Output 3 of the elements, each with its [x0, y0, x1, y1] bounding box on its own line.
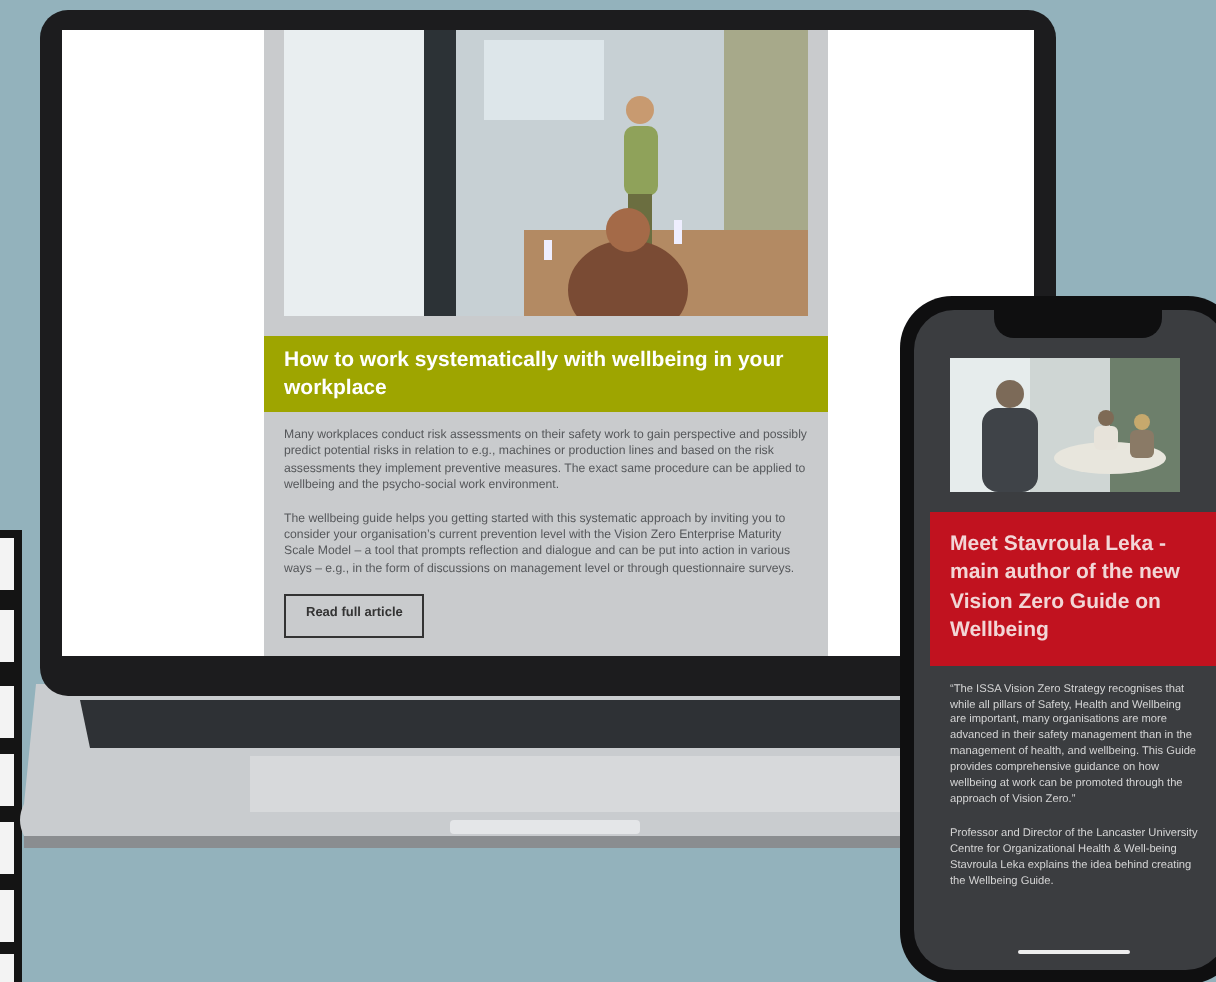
article-headline: How to work systematically with wellbeing in your workplace [264, 336, 828, 412]
home-indicator [1018, 950, 1130, 954]
phone-headline: Meet Stavroula Leka - main author of the new Vision Zero Guide on Wellbeing [930, 512, 1216, 666]
